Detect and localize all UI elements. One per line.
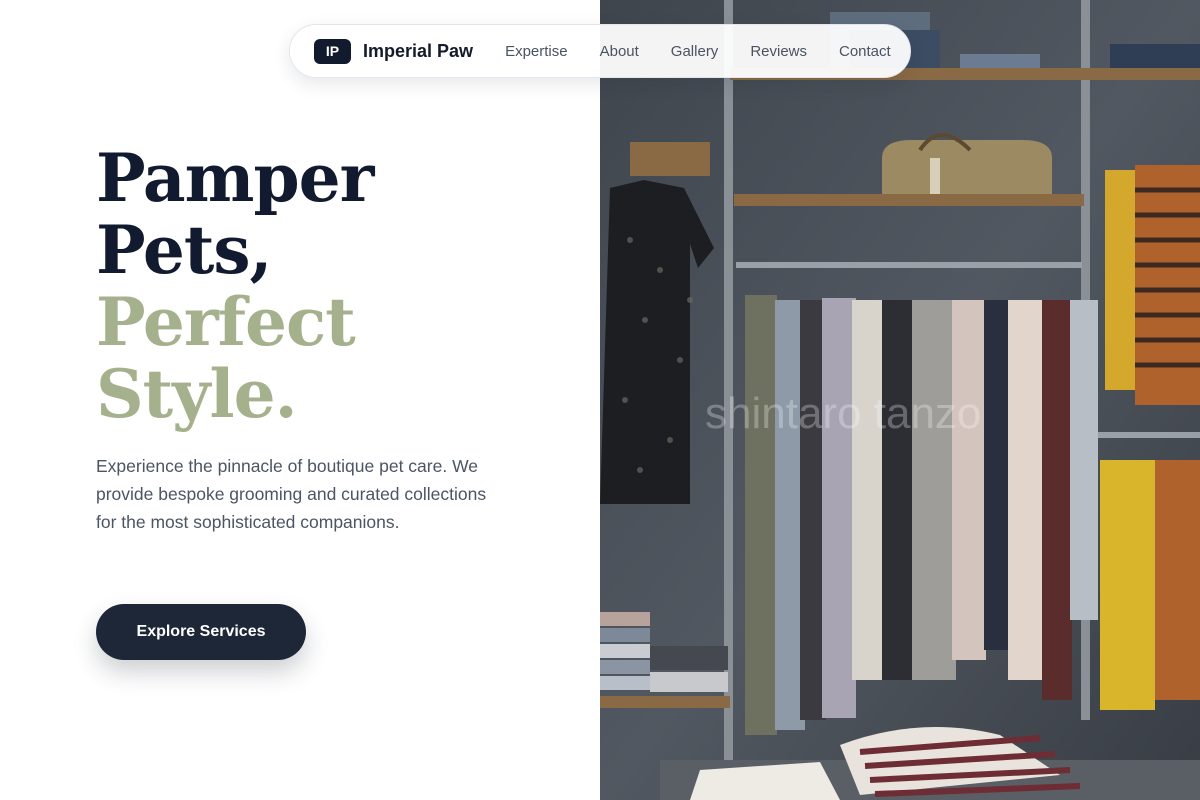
nav-link-expertise[interactable]: Expertise [505,43,568,60]
image-watermark: shintaro tanzo [705,389,981,438]
nav-link-reviews[interactable]: Reviews [750,43,807,60]
top-navigation: IP Imperial Paw Expertise About Gallery … [289,24,911,78]
hero-headline: Pamper Pets, Perfect Style. [96,139,374,433]
headline-line-3: Perfect [96,283,356,361]
headline-line-1: Pamper [96,139,374,217]
hero-image: shintaro tanzo [600,0,1200,800]
logo-badge[interactable]: IP [314,38,351,64]
headline-line-2: Pets, [96,211,272,289]
hero-description: Experience the pinnacle of boutique pet … [96,456,487,532]
nav-link-gallery[interactable]: Gallery [671,43,719,60]
nav-link-about[interactable]: About [600,43,639,60]
headline-line-4: Style. [96,355,298,433]
nav-link-contact[interactable]: Contact [839,43,891,60]
brand-name[interactable]: Imperial Paw [363,41,473,62]
explore-services-button[interactable]: Explore Services [96,604,306,660]
